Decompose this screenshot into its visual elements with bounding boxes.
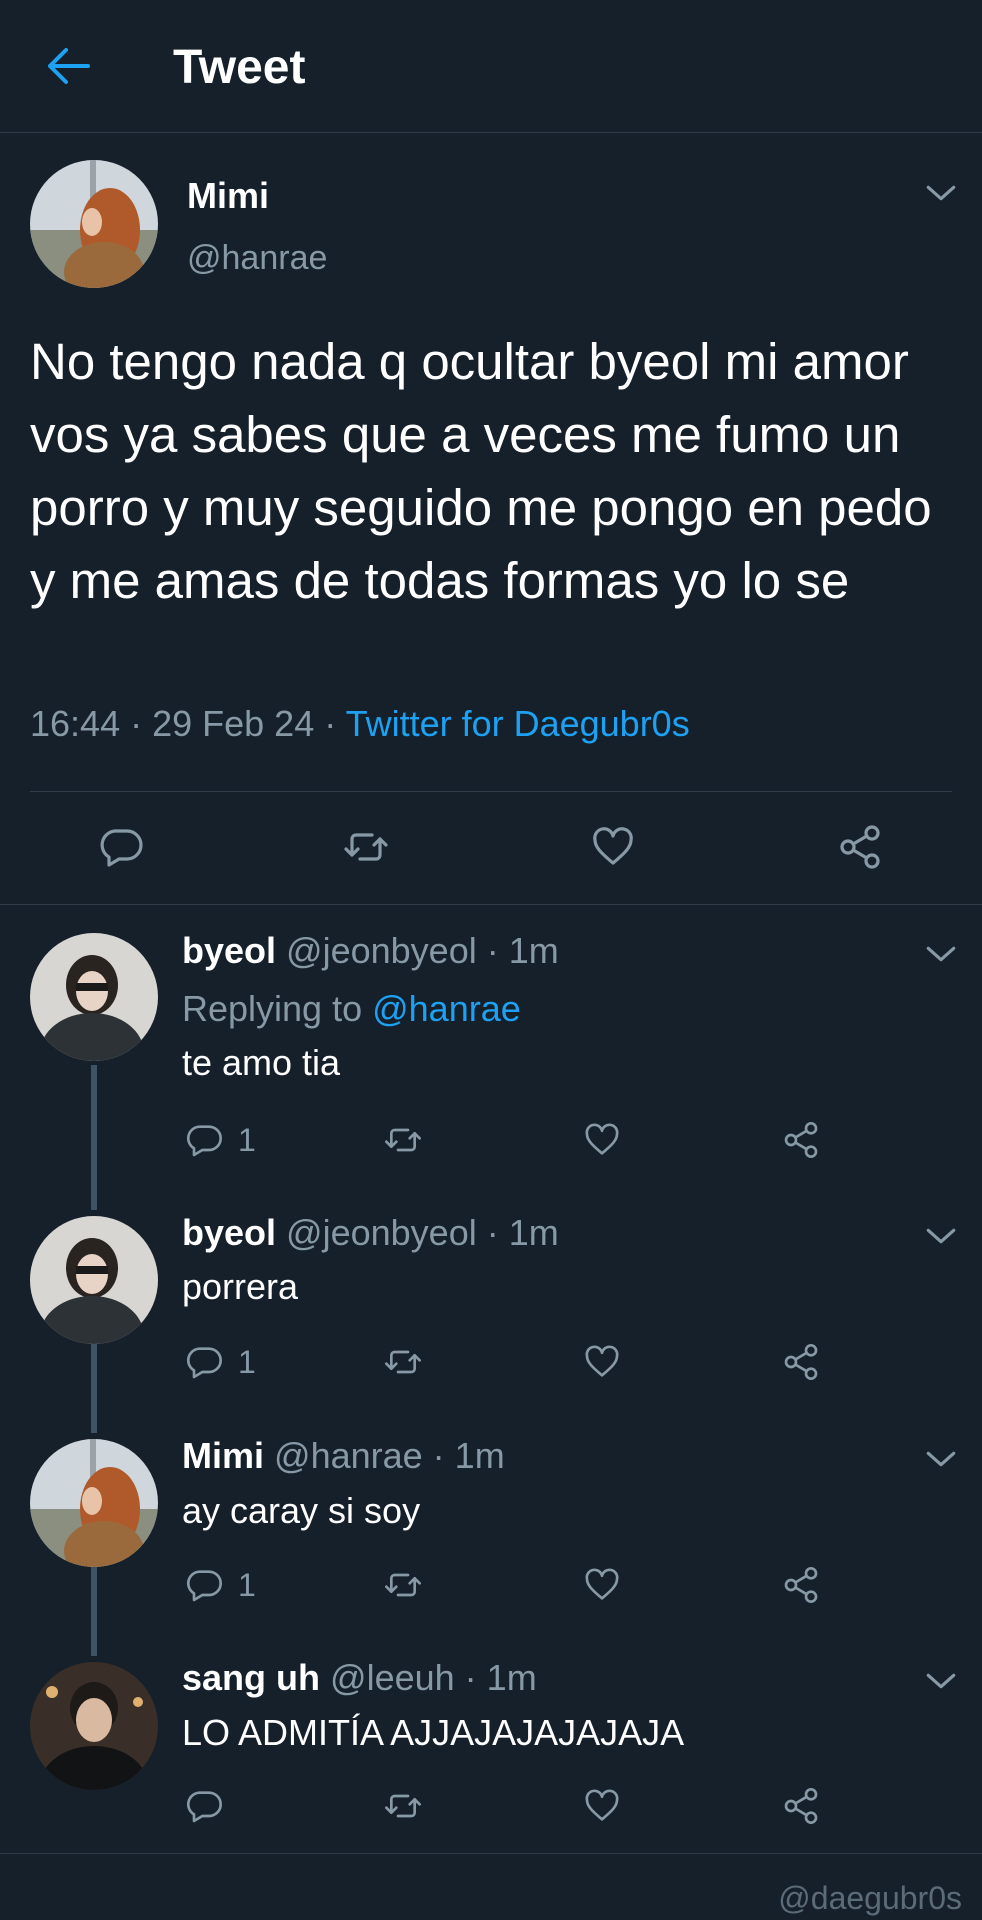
thread-line <box>91 1065 97 1210</box>
reply-author-name[interactable]: byeol <box>182 930 276 971</box>
like-icon[interactable] <box>582 1120 622 1160</box>
reply-text: te amo tia <box>182 1042 341 1083</box>
reply-author-name[interactable]: Mimi <box>182 1435 264 1476</box>
retweet-icon[interactable] <box>383 1342 423 1382</box>
reply-header: Mimi @hanrae · 1m <box>182 1435 505 1477</box>
like-icon[interactable] <box>582 1342 622 1382</box>
reply-button[interactable]: 1 <box>184 1120 256 1160</box>
reply-time: 1m <box>508 1212 559 1253</box>
meta-separator: · <box>314 703 346 744</box>
reply-author-handle[interactable]: @hanrae <box>274 1435 423 1476</box>
reply-author-name[interactable]: sang uh <box>182 1657 320 1698</box>
reply-header: sang uh @leeuh · 1m <box>182 1657 537 1699</box>
chevron-down-icon[interactable] <box>924 1669 958 1693</box>
reply-text: porrera <box>182 1266 299 1307</box>
avatar[interactable] <box>30 1439 158 1567</box>
meta-separator: · <box>476 1212 509 1253</box>
like-icon[interactable] <box>589 823 637 871</box>
watermark: @daegubr0s <box>778 1880 962 1916</box>
like-icon[interactable] <box>582 1565 622 1605</box>
reply-text: LO ADMITÍA AJJAJAJAJAJAJA <box>182 1712 685 1753</box>
reply-icon[interactable] <box>97 823 145 871</box>
reply-icon <box>184 1786 224 1826</box>
top-bar: Tweet <box>0 0 982 133</box>
reply-icon <box>184 1342 224 1382</box>
tweet-date: 29 Feb 24 <box>152 703 315 744</box>
reply-time: 1m <box>508 930 559 971</box>
divider <box>30 791 952 792</box>
chevron-down-icon[interactable] <box>924 1447 958 1471</box>
share-icon[interactable] <box>781 1786 821 1826</box>
tweet-time: 16:44 <box>30 703 121 744</box>
retweet-icon[interactable] <box>342 823 390 871</box>
divider <box>0 1853 982 1854</box>
share-icon[interactable] <box>781 1565 821 1605</box>
reply-author-name[interactable]: byeol <box>182 1212 276 1253</box>
reply-icon <box>184 1565 224 1605</box>
arrow-left-icon[interactable] <box>42 44 92 88</box>
page-title: Tweet <box>173 41 306 94</box>
retweet-icon[interactable] <box>383 1786 423 1826</box>
avatar[interactable] <box>30 933 158 1061</box>
replying-to: Replying to @hanrae <box>182 988 521 1030</box>
author-handle[interactable]: @hanrae <box>187 238 327 278</box>
reply-icon <box>184 1120 224 1160</box>
author-name[interactable]: Mimi <box>187 175 269 217</box>
reply-header: byeol @jeonbyeol · 1m <box>182 1212 559 1254</box>
replying-to-label: Replying to <box>182 988 373 1029</box>
reply-author-handle[interactable]: @leeuh <box>330 1657 455 1698</box>
replying-to-mention[interactable]: @hanrae <box>372 988 521 1029</box>
reply-button[interactable]: 1 <box>184 1342 256 1382</box>
share-icon[interactable] <box>781 1342 821 1382</box>
avatar[interactable] <box>30 1216 158 1344</box>
like-icon[interactable] <box>582 1786 622 1826</box>
meta-separator: · <box>422 1435 455 1476</box>
chevron-down-icon[interactable] <box>924 1224 958 1248</box>
main-tweet: Mimi @hanrae No tengo nada q ocultar bye… <box>0 133 982 905</box>
reply-text: ay caray si soy <box>182 1490 421 1531</box>
tweet-text: No tengo nada q ocultar byeol mi amor vo… <box>30 333 932 609</box>
reply-author-handle[interactable]: @jeonbyeol <box>286 930 477 971</box>
chevron-down-icon[interactable] <box>924 942 958 966</box>
reply-button[interactable]: 1 <box>184 1565 256 1605</box>
reply-header: byeol @jeonbyeol · 1m <box>182 930 559 972</box>
chevron-down-icon[interactable] <box>924 181 958 205</box>
share-icon[interactable] <box>836 823 884 871</box>
reply-time: 1m <box>486 1657 537 1698</box>
meta-separator: · <box>120 703 153 744</box>
reply-author-handle[interactable]: @jeonbyeol <box>286 1212 477 1253</box>
avatar[interactable] <box>30 160 158 288</box>
reply-count: 1 <box>238 1122 256 1158</box>
tweet-meta: 16:44 · 29 Feb 24 · Twitter for Daegubr0… <box>30 703 690 745</box>
reply-count: 1 <box>238 1567 256 1603</box>
meta-separator: · <box>454 1657 487 1698</box>
retweet-icon[interactable] <box>383 1120 423 1160</box>
meta-separator: · <box>476 930 509 971</box>
reply-button[interactable] <box>184 1786 224 1826</box>
share-icon[interactable] <box>781 1120 821 1160</box>
tweet-source-link[interactable]: Twitter for Daegubr0s <box>346 703 690 744</box>
retweet-icon[interactable] <box>383 1565 423 1605</box>
reply-count: 1 <box>238 1344 256 1380</box>
reply-time: 1m <box>454 1435 505 1476</box>
avatar[interactable] <box>30 1662 158 1790</box>
